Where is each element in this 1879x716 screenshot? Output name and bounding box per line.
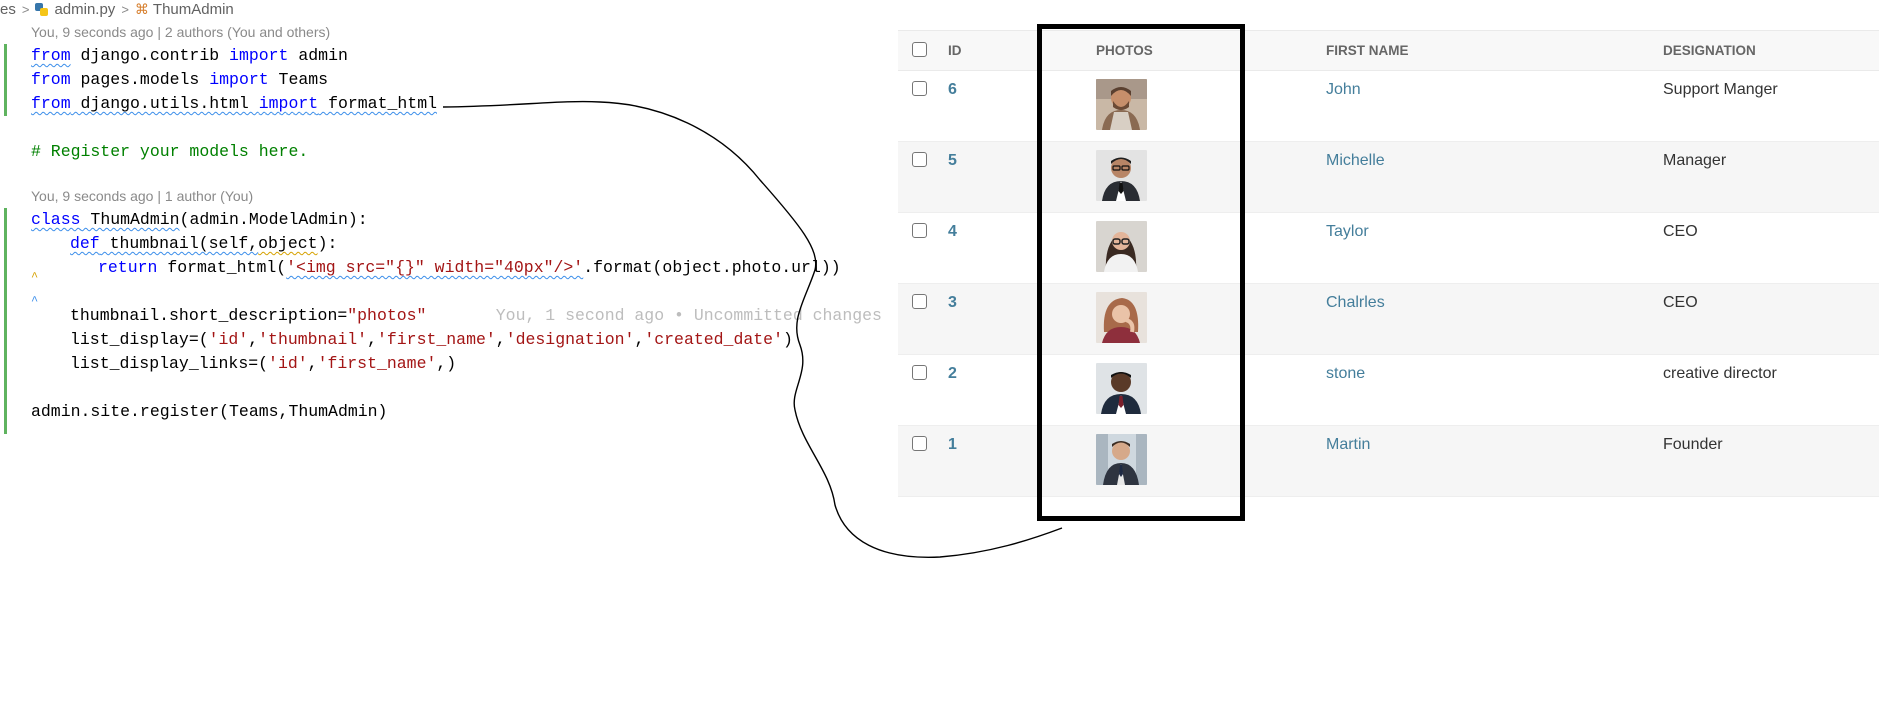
photos-column-highlight-box (1037, 24, 1245, 521)
warning-marker-icon: ^ (31, 270, 39, 284)
row-designation: creative director (1663, 365, 1777, 382)
inline-blame: You, 1 second ago • Uncommitted changes (495, 306, 882, 325)
code-line-register[interactable]: admin.site.register(Teams,ThumAdmin) (31, 400, 387, 424)
code-line-def[interactable]: def thumbnail(self,object): (31, 232, 337, 256)
class-symbol-icon: ⌘ (134, 0, 149, 17)
row-first-name-link[interactable]: stone (1326, 365, 1365, 382)
breadcrumb-folder[interactable]: es (0, 1, 16, 18)
code-line-3[interactable]: from django.utils.html import format_htm… (31, 92, 437, 116)
code-line-list-display[interactable]: list_display=('id','thumbnail','first_na… (31, 328, 793, 352)
breadcrumb-file[interactable]: admin.py (54, 1, 115, 18)
code-line-class[interactable]: class ThumAdmin(admin.ModelAdmin): (31, 208, 368, 232)
row-checkbox[interactable] (912, 152, 927, 167)
row-id-link[interactable]: 4 (948, 223, 957, 240)
row-id-link[interactable]: 5 (948, 152, 957, 169)
codelens-blame[interactable]: You, 9 seconds ago | 2 authors (You and … (31, 24, 330, 40)
row-designation: Founder (1663, 436, 1723, 453)
row-id-link[interactable]: 6 (948, 81, 957, 98)
code-comment[interactable]: # Register your models here. (31, 140, 308, 164)
chevron-right-icon: > (21, 1, 30, 17)
row-designation: CEO (1663, 223, 1698, 240)
row-id-link[interactable]: 2 (948, 365, 957, 382)
gutter-change-indicator (4, 208, 7, 434)
codelens-blame[interactable]: You, 9 seconds ago | 1 author (You) (31, 188, 253, 204)
select-all-column (898, 30, 945, 71)
row-id-link[interactable]: 3 (948, 294, 957, 311)
row-designation: CEO (1663, 294, 1698, 311)
chevron-right-icon: > (121, 1, 129, 17)
python-file-icon (35, 2, 49, 16)
column-header-designation[interactable]: DESIGNATION (1663, 30, 1879, 71)
row-designation: Manager (1663, 152, 1727, 169)
row-id-link[interactable]: 1 (948, 436, 957, 453)
code-line-2[interactable]: from pages.models import Teams (31, 68, 328, 92)
code-line-list-display-links[interactable]: list_display_links=('id','first_name',) (31, 352, 456, 376)
row-checkbox[interactable] (912, 223, 927, 238)
row-checkbox[interactable] (912, 436, 927, 451)
code-line-short-description[interactable]: thumbnail.short_description="photos" You… (31, 304, 882, 328)
row-checkbox[interactable] (912, 294, 927, 309)
code-line-return[interactable]: return format_html('<img src="{}" width=… (31, 256, 841, 280)
select-all-checkbox[interactable] (912, 41, 927, 57)
gutter-change-indicator (4, 44, 7, 116)
code-line-1[interactable]: from django.contrib import admin (31, 44, 348, 68)
row-designation: Support Manger (1663, 81, 1778, 98)
row-checkbox[interactable] (912, 81, 927, 96)
column-header-first-name[interactable]: FIRST NAME (1326, 30, 1663, 71)
row-first-name-link[interactable]: Taylor (1326, 223, 1369, 240)
row-first-name-link[interactable]: Chalrles (1326, 294, 1385, 311)
row-checkbox[interactable] (912, 365, 927, 380)
row-first-name-link[interactable]: Martin (1326, 436, 1370, 453)
row-first-name-link[interactable]: Michelle (1326, 152, 1385, 169)
row-first-name-link[interactable]: John (1326, 81, 1361, 98)
breadcrumb-symbol[interactable]: ThumAdmin (153, 1, 234, 18)
editor-breadcrumb: es > admin.py > ⌘ ThumAdmin (0, 0, 234, 18)
